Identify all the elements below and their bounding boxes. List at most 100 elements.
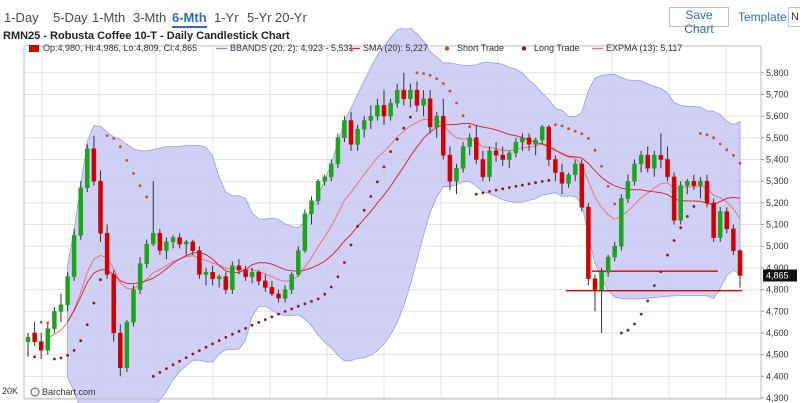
long-trade-dot [540,180,544,183]
save-chart-button[interactable]: Save Chart [669,7,729,36]
long-trade-dot [409,115,412,119]
long-trade-dot [283,310,287,313]
short-trade-dot [422,72,425,75]
short-trade-dot [560,124,564,128]
candle [454,163,459,195]
short-trade-dot [468,125,472,129]
long-trade-dot [59,356,63,360]
y-tick-label: 5,500 [766,133,789,143]
last-price-label: 4,865 [766,271,789,281]
y-tick-label: 4,600 [766,328,789,338]
short-trade-dot [415,71,419,75]
long-trade-dot [474,192,478,196]
y-tick-label: 4,500 [766,350,789,360]
short-trade-dot [118,145,122,149]
long-trade-dot [362,208,366,212]
candle [671,172,677,225]
long-trade-dot [494,188,498,192]
candle [58,293,64,323]
candle [460,142,466,173]
short-trade-dot [112,137,116,140]
long-trade-dot [184,356,188,359]
period-tab-1-yr[interactable]: 1-Yr [214,10,239,25]
long-trade-dot [395,137,399,141]
long-trade-dot [402,126,406,130]
long-trade-dot [633,322,636,326]
short-trade-dot [105,134,109,138]
logo-icon [30,387,40,397]
period-tab-1-mth[interactable]: 1-Mth [92,10,125,25]
long-trade-dot [171,363,175,367]
y-tick-label: 4,800 [766,285,789,295]
long-trade-dot [356,224,359,228]
long-trade-dot [666,253,669,257]
long-trade-dot [191,352,195,356]
legend-swatch [444,46,450,51]
long-trade-dot [527,182,531,186]
long-trade-dot [310,300,313,303]
period-tab-20-yr[interactable]: 20-Yr [275,10,307,25]
legend-label: Short Trade [457,43,504,53]
long-trade-dot [376,180,379,184]
candle [335,133,341,169]
candle [592,274,598,312]
period-tab-3-mth[interactable]: 3-Mth [133,10,166,25]
candlestick-chart: 4,3004,4004,5004,6004,7004,8004,9005,000… [2,28,797,403]
long-trade-dot [92,301,96,305]
period-tab-6-mth[interactable]: 6-Mth [172,10,207,28]
long-trade-dot [323,292,327,296]
long-trade-dot [382,165,386,169]
period-tab-5-yr[interactable]: 5-Yr [247,10,272,25]
short-trade-dot [461,114,465,118]
period-tab-5-day[interactable]: 5-Day [53,10,88,25]
short-trade-dot [441,82,445,85]
short-trade-dot [138,184,142,188]
legend-label: EXPMA (13): 5,117 [606,43,682,53]
period-tab-1-day[interactable]: 1-Day [4,10,39,25]
y-tick-label: 5,200 [766,198,789,208]
long-trade-dot [85,323,89,327]
long-trade-dot [547,179,551,182]
candle [98,170,103,242]
y-tick-label: 5,000 [766,241,789,251]
long-trade-dot [349,243,353,247]
y-tick-label: 5,400 [766,155,789,165]
y-tick-label: 5,700 [766,89,789,99]
candle [599,267,604,333]
candle [586,202,591,286]
long-trade-dot [217,339,221,342]
short-trade-dot [580,132,584,136]
candle [717,207,723,242]
long-trade-dot [151,374,155,378]
long-trade-dot [501,187,505,191]
legend-swatch [29,45,39,52]
legend: Op:4,980, Hi:4,986, Lo:4,809, Cl:4,865 BB… [29,43,682,53]
long-trade-dot [237,329,241,333]
template-select[interactable] [788,7,800,27]
y-tick-label: 5,300 [766,176,789,186]
candle [302,209,308,253]
long-trade-dot [369,195,373,198]
long-trade-dot [389,150,392,153]
long-trade-dot [685,215,689,218]
candle [144,239,149,268]
long-trade-dot [290,307,294,311]
long-trade-dot [270,315,274,319]
short-trade-dot [46,321,50,325]
long-trade-dot [66,354,69,357]
long-trade-dot [296,304,300,308]
short-trade-dot [606,184,610,188]
short-trade-dot [125,159,129,162]
long-trade-dot [646,299,650,303]
long-trade-dot [224,336,228,339]
long-trade-dot [481,191,485,195]
candle [230,261,235,294]
short-trade-dot [613,202,617,206]
long-trade-dot [692,205,696,208]
long-trade-dot [263,318,267,321]
long-trade-dot [198,349,201,352]
long-trade-dot [316,297,320,301]
short-trade-dot [448,89,452,93]
long-trade-dot [336,275,340,279]
short-trade-dot [738,161,742,165]
